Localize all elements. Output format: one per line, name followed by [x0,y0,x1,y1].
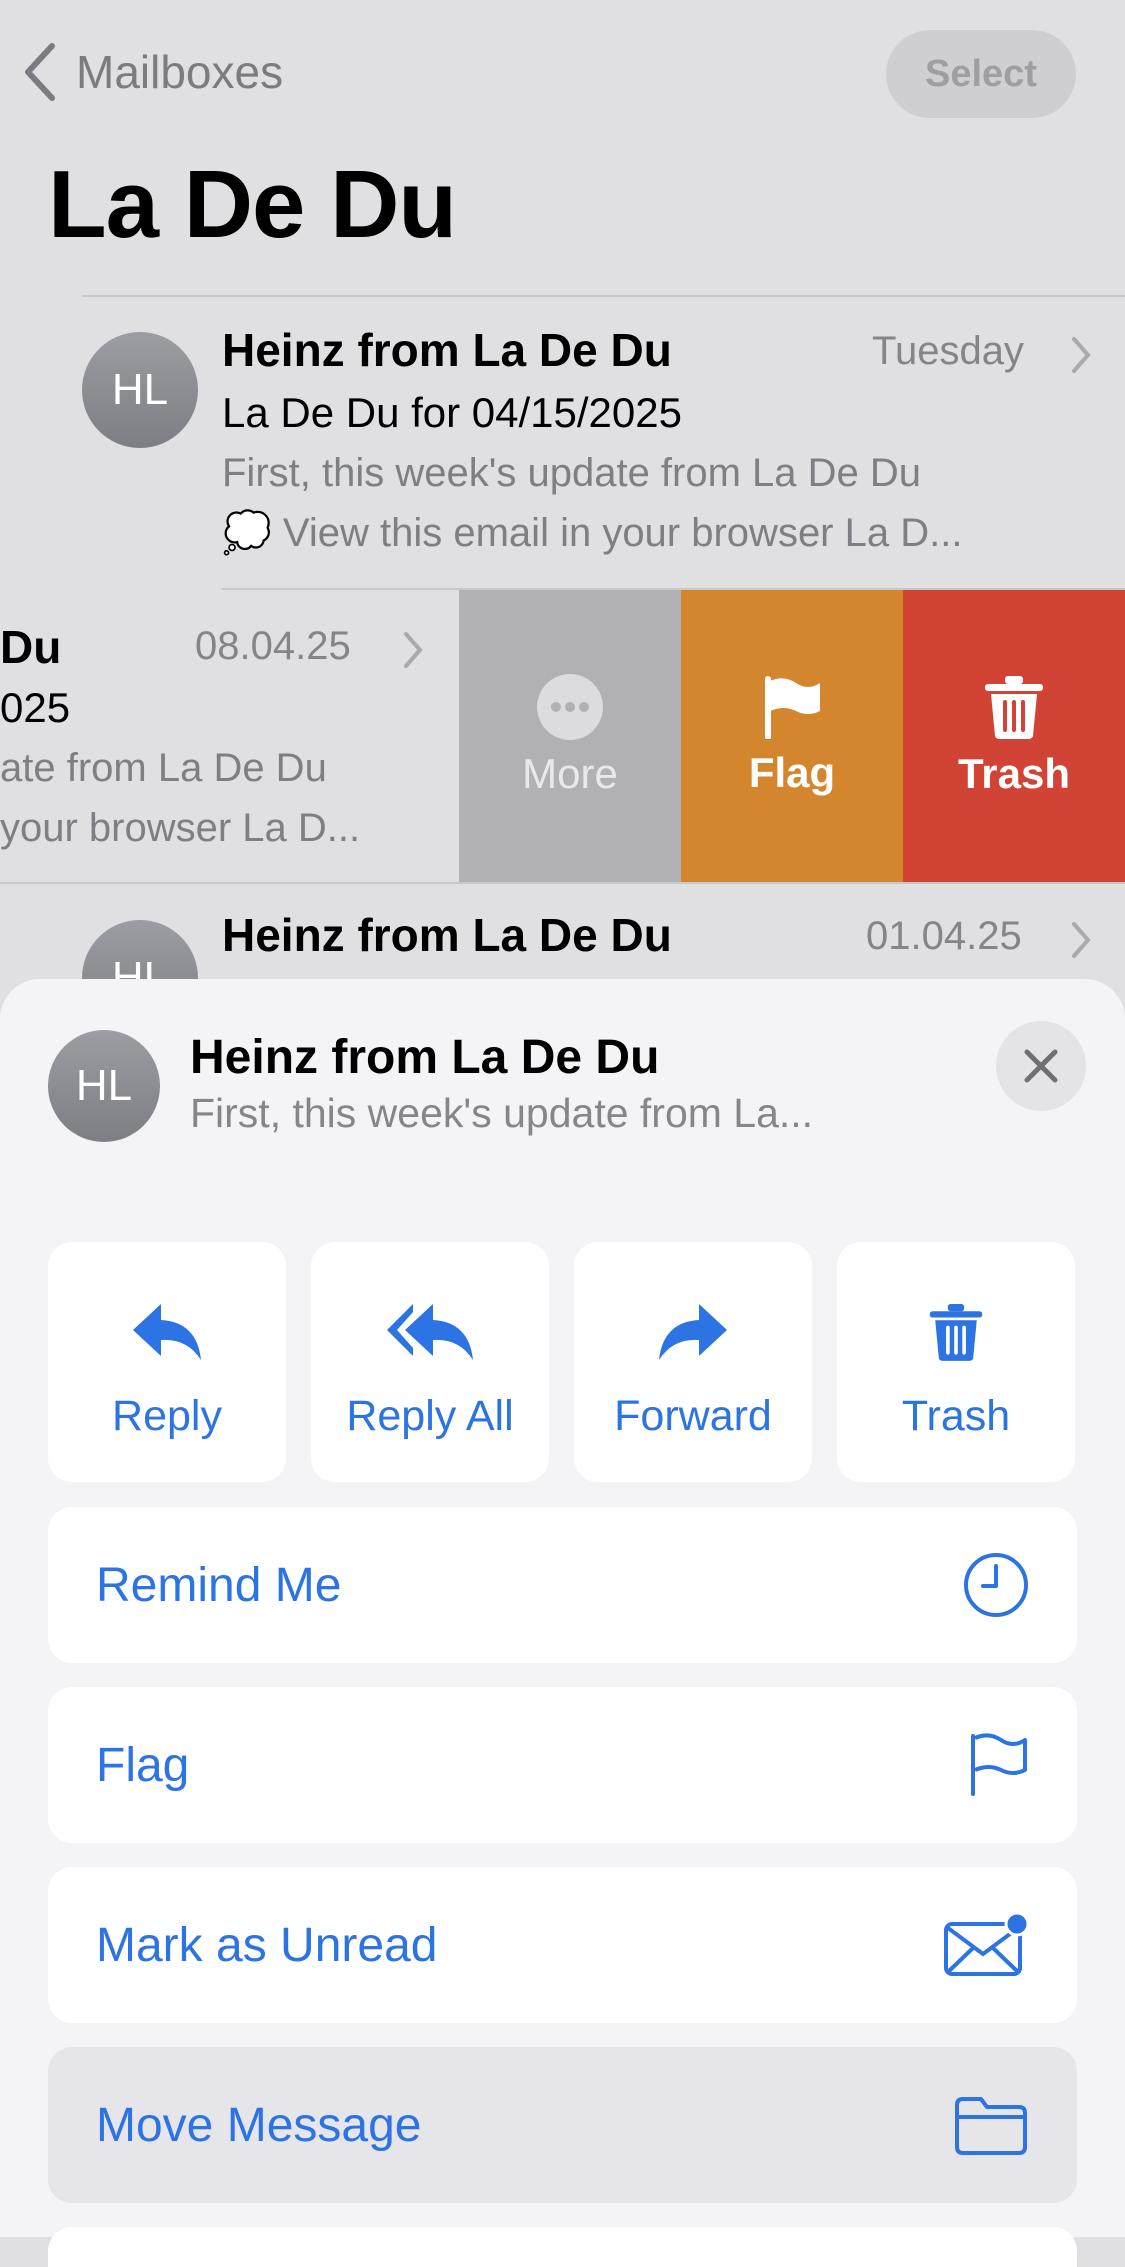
trash-button[interactable]: Trash [837,1242,1075,1482]
reply-icon [133,1304,201,1360]
ellipsis-circle-icon [537,674,603,740]
move-message-label: Move Message [96,2098,422,2152]
message-sender: Heinz from La De Du [222,324,672,376]
next-menu-row[interactable] [48,2227,1077,2267]
message-subject: La De Du for 04/15/2025 [222,389,682,436]
message-preview-line: your browser La D... [0,806,361,850]
reply-label: Reply [112,1392,222,1440]
message-preview-line: 💭 View this email in your browser La D..… [222,511,963,555]
swipe-flag-button[interactable]: Flag [681,590,903,882]
mailbox-title: La De Du [48,151,457,258]
swipe-more-button[interactable]: More [459,590,681,882]
sheet-sender: Heinz from La De Du [190,1031,660,1084]
chevron-left-icon [25,43,55,101]
swipe-trash-button[interactable]: Trash [903,590,1125,882]
mail-list-background: Mailboxes Select La De Du HL Heinz from … [0,0,1125,1000]
forward-icon [659,1304,727,1360]
sheet-avatar: HL [48,1030,160,1142]
reply-button[interactable]: Reply [48,1242,286,1482]
message-date: 01.04.25 [866,914,1022,958]
reply-all-button[interactable]: Reply All [311,1242,549,1482]
select-button[interactable]: Select [886,30,1076,118]
move-message-button[interactable]: Move Message [48,2047,1077,2203]
reply-all-label: Reply All [346,1392,514,1440]
message-row-swiped[interactable]: Du 08.04.25 025 ate from La De Du your b… [0,590,460,882]
trash-label: Trash [901,1392,1011,1440]
close-icon [1024,1049,1058,1083]
message-preview-line: ate from La De Du [0,746,327,790]
back-label: Mailboxes [76,46,284,98]
swipe-trash-label: Trash [957,750,1071,797]
mark-as-unread-button[interactable]: Mark as Unread [48,1867,1077,2023]
chevron-right-icon [1072,922,1091,958]
forward-label: Forward [614,1392,772,1440]
message-preview-line: First, this week's update from La De Du [222,451,922,495]
swipe-more-label: More [522,750,618,797]
chevron-right-icon [1072,337,1091,373]
flag-label: Flag [96,1738,190,1792]
message-sender: Heinz from La De Du [222,909,672,961]
message-subject: 025 [0,684,71,731]
trash-icon [929,1304,983,1361]
flag-outline-icon [971,1733,1027,1796]
avatar: HL [82,332,198,448]
reply-all-icon [387,1304,473,1360]
envelope-unread-icon [944,1912,1029,1976]
mark-as-unread-label: Mark as Unread [96,1918,438,1972]
message-row[interactable]: HL Heinz from La De Du Tuesday La De Du … [0,297,1125,587]
back-to-mailboxes-button[interactable]: Mailboxes [22,42,283,102]
chevron-right-icon [404,632,423,668]
sheet-preview: First, this week's update from La... [190,1090,814,1136]
folder-icon [955,2097,1027,2155]
trash-icon [985,676,1043,739]
message-sender: Du [0,621,62,673]
message-date: Tuesday [872,329,1024,373]
forward-button[interactable]: Forward [574,1242,812,1482]
remind-me-button[interactable]: Remind Me [48,1507,1077,1663]
flag-button[interactable]: Flag [48,1687,1077,1843]
clock-icon [964,1553,1028,1617]
swipe-flag-label: Flag [748,749,836,796]
flag-icon [765,676,820,739]
message-row[interactable]: HL Heinz from La De Du 01.04.25 [0,884,1125,994]
close-button[interactable] [996,1021,1086,1111]
remind-me-label: Remind Me [96,1558,342,1612]
message-date: 08.04.25 [195,624,351,668]
